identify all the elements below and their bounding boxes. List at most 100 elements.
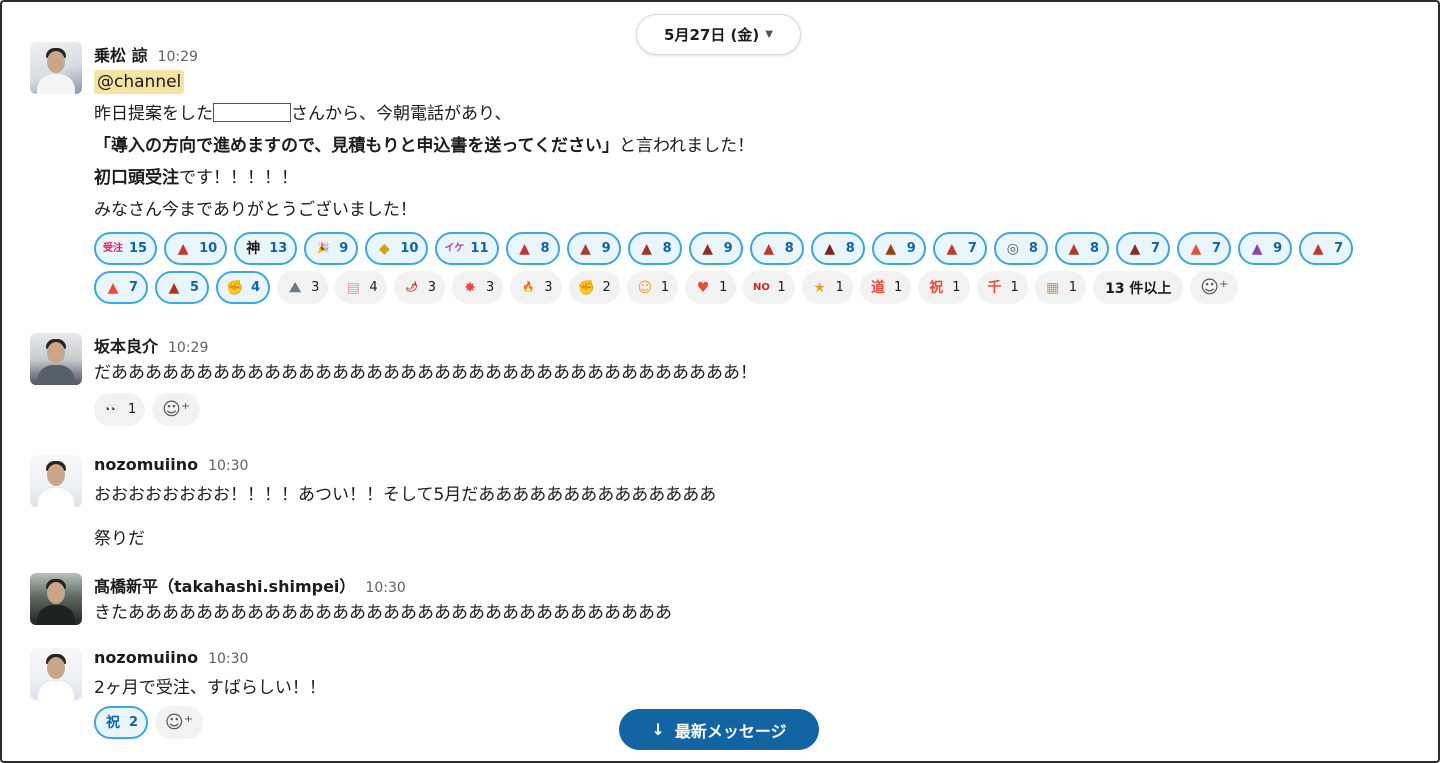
message-text: おおおおおおおお！！！！あつい！！そして5月だああああああああああああああ [94,485,717,505]
reaction-pill[interactable]: 🎉 9 [304,232,359,265]
volcano-emoji: ▲ [702,240,714,257]
reaction-count: 11 [470,241,489,256]
reaction-pill[interactable]: ▲ 8 [749,232,804,265]
reaction-pill[interactable]: ⛰ 3 [277,271,329,304]
reaction-pill[interactable]: イケ 11 [435,232,499,265]
timestamp[interactable]: 10:30 [365,580,405,596]
avatar[interactable] [30,42,82,94]
red-kanji-emoji: 祝 [929,279,944,296]
message-text: 祭りだ [94,529,145,549]
explosion-emoji: ✸ [464,279,476,296]
avatar[interactable] [30,455,82,507]
reaction-pill[interactable]: ▦ 1 [1034,271,1087,304]
reaction-count: 1 [1010,280,1019,295]
reaction-pill[interactable]: ▲ 8 [505,232,560,265]
reaction-pill[interactable]: ▲ 7 [94,271,149,304]
author-name[interactable]: 坂本良介 [94,333,158,357]
reaction-pill[interactable]: ♥ 1 [685,271,737,304]
reaction-pill[interactable]: 🌶 3 [393,271,445,304]
reaction-pill[interactable]: ▲ 9 [688,232,743,265]
volcano-emoji: ▲ [641,240,652,257]
jump-to-latest-button[interactable]: ↓ 最新メッセージ [619,709,819,750]
reaction-pill[interactable]: ✊ 4 [216,271,271,304]
avatar-body [37,680,75,700]
reaction-pill[interactable]: ◎ 8 [993,232,1048,265]
jyuchu-text-emoji: 受注 [103,242,123,254]
volcano-emoji: ▲ [1068,240,1080,257]
reaction-count: 2 [602,280,611,295]
volcano-emoji: ▲ [1312,240,1324,257]
reaction-pill[interactable]: ▲ 10 [164,232,228,265]
reaction-pill[interactable]: ▲ 8 [1054,232,1109,265]
reaction-pill[interactable]: ▲ 7 [1115,232,1171,265]
author-name[interactable]: 髙橋新平（takahashi.shimpei） [94,573,355,597]
reaction-pill[interactable]: ◆ 10 [365,232,429,265]
redacted-block [213,103,291,122]
reaction-pill[interactable]: 祝1 [918,271,970,304]
reaction-pill[interactable]: 千1 [976,271,1028,304]
reaction-count: 8 [1089,241,1099,256]
timestamp[interactable]: 10:29 [168,340,208,356]
add-reaction-icon[interactable]: ☺⁺ [1190,271,1239,304]
reaction-pill[interactable]: NO 1 [743,271,795,304]
avatar-face [47,51,65,73]
reaction-pill[interactable]: ▲ 5 [155,271,210,304]
add-reaction-icon[interactable]: ☺⁺ [152,393,201,426]
no-text-emoji: NO [752,281,770,293]
reaction-pill[interactable]: ▲ 9 [1238,232,1293,265]
reaction-count: 9 [339,241,349,256]
message-text: 2ヶ月で受注、すばらしい！！ [94,678,326,698]
reaction-pill[interactable]: 👀 1 [94,393,146,426]
reaction-pill[interactable]: ▲ 7 [932,232,987,265]
reaction-pill[interactable]: 祝2 [94,706,149,739]
volcano-emoji: ▲ [168,279,180,296]
add-reaction-icon[interactable]: ☺⁺ [155,706,204,739]
reaction-count: 1 [1068,280,1078,295]
ikemen-text-emoji: イケ [444,242,465,254]
reaction-count: 7 [1334,241,1344,256]
reaction-pill[interactable]: 神 13 [234,232,298,265]
volcano-emoji: ▲ [1190,240,1202,257]
author-name[interactable]: 乗松 諒 [94,42,148,66]
reaction-pill[interactable]: ✊ 2 [568,271,620,304]
reaction-pill[interactable]: ▲ 9 [566,232,621,265]
reaction-pill[interactable]: ▲ 7 [1177,232,1232,265]
reaction-pill[interactable]: ▲ 9 [871,232,926,265]
author-name[interactable]: nozomuiino [94,455,198,474]
reaction-count: 7 [1150,241,1161,256]
star-struck-emoji: ★ [813,279,826,296]
volcano-emoji: ▲ [519,240,530,257]
avatar[interactable] [30,333,82,385]
timestamp[interactable]: 10:29 [158,49,198,65]
message-text: だあああああああああああああああああああああああああああああああああああああ！ [94,363,757,383]
reaction-pill[interactable]: 🔥 3 [510,271,562,304]
reaction-count: 9 [601,241,611,256]
channel-mention[interactable]: @channel [94,70,185,94]
timestamp[interactable]: 10:30 [208,458,248,474]
more-reactions-button[interactable]: 13 件以上 [1093,271,1184,304]
reaction-count: 8 [784,241,794,256]
reaction-pill[interactable]: ✸ 3 [451,271,504,304]
author-name[interactable]: nozomuiino [94,648,198,667]
avatar-face [47,582,65,604]
avatar[interactable] [30,573,82,625]
reaction-pill[interactable]: 受注 15 [94,232,158,265]
reaction-count: 1 [777,280,786,295]
reaction-count: 1 [893,280,903,295]
reaction-count: 1 [128,402,137,417]
reaction-pill[interactable]: ▲ 8 [627,232,682,265]
reaction-pill[interactable]: ☺ 1 [626,271,679,304]
reaction-bar: 👀 1 ☺⁺ [94,393,1394,426]
reaction-pill[interactable]: ▲ 7 [1299,232,1354,265]
reaction-pill[interactable]: ▲ 8 [810,232,865,265]
reaction-count: 1 [952,280,961,295]
reaction-bar: 受注 15 ▲ 10 神 13 🎉 9 ◆ 10 イケ 11 ▲ 8 ▲ 9 ▲ 8 ▲ 9 ▲ 8 ▲ 8 ▲ 9 ▲ 7 ◎ 8 ▲ 8 ▲… [94,232,1394,304]
reaction-pill[interactable]: ★ 1 [801,271,853,304]
avatar-face [47,464,65,486]
avatar[interactable] [30,648,82,700]
reaction-count: 3 [544,280,553,295]
reaction-count: 10 [199,241,218,256]
reaction-pill[interactable]: 道1 [859,271,912,304]
reaction-pill[interactable]: ▤ 4 [335,271,387,304]
timestamp[interactable]: 10:30 [208,651,248,667]
